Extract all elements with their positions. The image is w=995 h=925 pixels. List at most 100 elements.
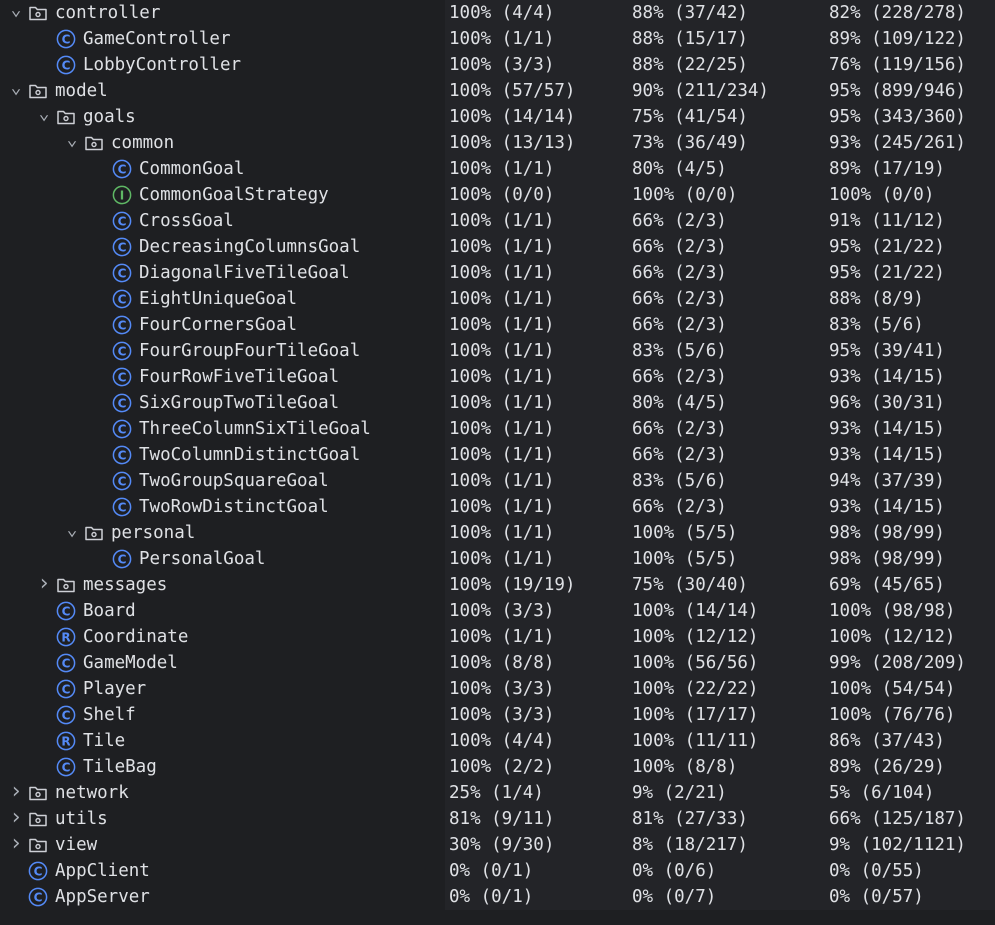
tree-node[interactable]: ⌄CFourRowFiveTileGoal bbox=[90, 364, 339, 390]
tree-node-label: GameModel bbox=[83, 653, 178, 673]
folder-icon bbox=[84, 523, 104, 543]
class-icon: C bbox=[112, 341, 132, 361]
coverage-row[interactable]: ⌄CTileBag100% (2/2)100% (8/8)89% (26/29) bbox=[0, 754, 995, 780]
tree-node[interactable]: ⌄RCoordinate bbox=[34, 624, 188, 650]
tree-node[interactable]: ⌄ personal bbox=[62, 519, 196, 546]
coverage-row[interactable]: ⌄ goals 100% (14/14) 75% (41/54) 95% (343/36… bbox=[0, 103, 995, 130]
tree-node[interactable]: ⌄CTwoGroupSquareGoal bbox=[90, 468, 329, 494]
coverage-row[interactable]: › network 25% (1/4) 9% (2/21) 5% (6/104) bbox=[0, 779, 995, 806]
chevron-down-icon[interactable]: ⌄ bbox=[6, 74, 26, 100]
tree-node[interactable]: ⌄CFourCornersGoal bbox=[90, 312, 297, 338]
tree-node[interactable]: ⌄CSixGroupTwoTileGoal bbox=[90, 390, 339, 416]
class-coverage-cell: 100% (1/1) bbox=[449, 523, 555, 543]
chevron-down-icon[interactable]: ⌄ bbox=[62, 126, 82, 152]
tree-node[interactable]: ⌄CAppServer bbox=[6, 884, 150, 910]
tree-node[interactable]: ⌄CBoard bbox=[34, 598, 136, 624]
class-icon: C bbox=[56, 55, 76, 75]
tree-node[interactable]: ⌄CPlayer bbox=[34, 676, 146, 702]
coverage-row[interactable]: ⌄RCoordinate100% (1/1)100% (12/12)100% (… bbox=[0, 624, 995, 650]
tree-node[interactable]: ⌄CGameModel bbox=[34, 650, 178, 676]
tree-node[interactable]: ⌄ICommonGoalStrategy bbox=[90, 182, 329, 208]
coverage-row[interactable]: ⌄CLobbyController100% (3/3)88% (22/25)76… bbox=[0, 52, 995, 78]
coverage-row[interactable]: ⌄RTile100% (4/4)100% (11/11)86% (37/43) bbox=[0, 728, 995, 754]
tree-node[interactable]: ⌄CShelf bbox=[34, 702, 136, 728]
tree-node-label: personal bbox=[111, 523, 196, 543]
tree-node[interactable]: › view bbox=[6, 831, 97, 858]
coverage-row[interactable]: ⌄CFourGroupFourTileGoal100% (1/1)83% (5/… bbox=[0, 338, 995, 364]
tree-node-label: network bbox=[55, 783, 129, 803]
class-icon: C bbox=[112, 289, 132, 309]
coverage-row[interactable]: ⌄CTwoColumnDistinctGoal100% (1/1)66% (2/… bbox=[0, 442, 995, 468]
coverage-row[interactable]: › messages 100% (19/19) 75% (30/40) 69% (45/… bbox=[0, 571, 995, 598]
tree-node[interactable]: ⌄CDecreasingColumnsGoal bbox=[90, 234, 360, 260]
chevron-right-icon[interactable]: › bbox=[6, 805, 26, 831]
tree-node[interactable]: ⌄CTileBag bbox=[34, 754, 157, 780]
coverage-row[interactable]: ⌄CGameController100% (1/1)88% (15/17)89%… bbox=[0, 26, 995, 52]
coverage-row[interactable]: ⌄CAppServer0% (0/1)0% (0/7)0% (0/57) bbox=[0, 884, 995, 910]
tree-node[interactable]: ⌄CAppClient bbox=[6, 858, 150, 884]
svg-text:C: C bbox=[62, 656, 71, 670]
coverage-row[interactable]: ⌄CTwoGroupSquareGoal100% (1/1)83% (5/6)9… bbox=[0, 468, 995, 494]
chevron-down-icon[interactable]: ⌄ bbox=[62, 516, 82, 542]
tree-node[interactable]: ⌄CThreeColumnSixTileGoal bbox=[90, 416, 371, 442]
tree-node[interactable]: ⌄CDiagonalFiveTileGoal bbox=[90, 260, 350, 286]
chevron-down-icon[interactable]: ⌄ bbox=[34, 100, 54, 126]
coverage-row[interactable]: ⌄CBoard100% (3/3)100% (14/14)100% (98/98… bbox=[0, 598, 995, 624]
coverage-row[interactable]: ⌄ personal 100% (1/1) 100% (5/5) 98% (98/99) bbox=[0, 519, 995, 546]
line-coverage-cell: 93% (245/261) bbox=[829, 133, 966, 153]
tree-node[interactable]: ⌄CTwoColumnDistinctGoal bbox=[90, 442, 360, 468]
coverage-row[interactable]: ⌄CCrossGoal100% (1/1)66% (2/3)91% (11/12… bbox=[0, 208, 995, 234]
coverage-row[interactable]: ⌄CPlayer100% (3/3)100% (22/22)100% (54/5… bbox=[0, 676, 995, 702]
coverage-row[interactable]: ⌄CDecreasingColumnsGoal100% (1/1)66% (2/… bbox=[0, 234, 995, 260]
chevron-down-icon[interactable]: ⌄ bbox=[6, 0, 26, 22]
tree-node[interactable]: › messages bbox=[34, 571, 167, 598]
coverage-row[interactable]: ⌄ controller 100% (4/4) 88% (37/42) 82% (228… bbox=[0, 0, 995, 26]
coverage-row[interactable]: ⌄CShelf100% (3/3)100% (17/17)100% (76/76… bbox=[0, 702, 995, 728]
coverage-row[interactable]: ⌄CGameModel100% (8/8)100% (56/56)99% (20… bbox=[0, 650, 995, 676]
coverage-row[interactable]: ⌄CSixGroupTwoTileGoal100% (1/1)80% (4/5)… bbox=[0, 390, 995, 416]
chevron-right-icon[interactable]: › bbox=[6, 831, 26, 857]
coverage-row[interactable]: ⌄ model 100% (57/57) 90% (211/234) 95% (899/… bbox=[0, 77, 995, 104]
method-coverage-cell: 88% (22/25) bbox=[632, 55, 748, 75]
chevron-right-icon[interactable]: › bbox=[34, 571, 54, 597]
class-coverage-cell: 30% (9/30) bbox=[449, 835, 555, 855]
tree-node[interactable]: › network bbox=[6, 779, 129, 806]
tree-node[interactable]: ⌄CEightUniqueGoal bbox=[90, 286, 297, 312]
coverage-row[interactable]: ⌄CTwoRowDistinctGoal100% (1/1)66% (2/3)9… bbox=[0, 494, 995, 520]
tree-node[interactable]: ⌄CCommonGoal bbox=[90, 156, 244, 182]
tree-node[interactable]: ⌄CCrossGoal bbox=[90, 208, 234, 234]
tree-node[interactable]: ⌄CPersonalGoal bbox=[90, 546, 265, 572]
tree-node[interactable]: ⌄ controller bbox=[6, 0, 161, 26]
coverage-row[interactable]: › view 30% (9/30) 8% (18/217) 9% (102/1121) bbox=[0, 831, 995, 858]
svg-text:C: C bbox=[62, 708, 71, 722]
record-icon: R bbox=[56, 627, 76, 647]
line-coverage-cell: 89% (26/29) bbox=[829, 757, 945, 777]
coverage-row[interactable]: ⌄CThreeColumnSixTileGoal100% (1/1)66% (2… bbox=[0, 416, 995, 442]
coverage-row[interactable]: ⌄CDiagonalFiveTileGoal100% (1/1)66% (2/3… bbox=[0, 260, 995, 286]
coverage-row[interactable]: ⌄CCommonGoal100% (1/1)80% (4/5)89% (17/1… bbox=[0, 156, 995, 182]
tree-node[interactable]: ⌄CFourGroupFourTileGoal bbox=[90, 338, 360, 364]
tree-node[interactable]: ⌄RTile bbox=[34, 728, 125, 754]
coverage-row[interactable]: ⌄ common 100% (13/13) 73% (36/49) 93% (245/2… bbox=[0, 129, 995, 156]
coverage-row[interactable]: ⌄CAppClient0% (0/1)0% (0/6)0% (0/55) bbox=[0, 858, 995, 884]
method-coverage-cell: 66% (2/3) bbox=[632, 211, 727, 231]
coverage-row[interactable]: ⌄CFourCornersGoal100% (1/1)66% (2/3)83% … bbox=[0, 312, 995, 338]
tree-node[interactable]: ⌄ common bbox=[62, 129, 175, 156]
coverage-row[interactable]: ⌄CPersonalGoal100% (1/1)100% (5/5)98% (9… bbox=[0, 546, 995, 572]
class-coverage-cell: 100% (1/1) bbox=[449, 549, 555, 569]
tree-node[interactable]: ⌄ goals bbox=[34, 103, 136, 130]
chevron-right-icon[interactable]: › bbox=[6, 779, 26, 805]
class-coverage-cell: 100% (1/1) bbox=[449, 445, 555, 465]
class-icon: C bbox=[28, 861, 48, 881]
tree-node[interactable]: ⌄CTwoRowDistinctGoal bbox=[90, 494, 329, 520]
coverage-row[interactable]: ⌄ICommonGoalStrategy100% (0/0)100% (0/0)… bbox=[0, 182, 995, 208]
coverage-row[interactable]: ⌄CFourRowFiveTileGoal100% (1/1)66% (2/3)… bbox=[0, 364, 995, 390]
tree-node[interactable]: ⌄CLobbyController bbox=[34, 52, 241, 78]
coverage-row[interactable]: ⌄CEightUniqueGoal100% (1/1)66% (2/3)88% … bbox=[0, 286, 995, 312]
svg-text:C: C bbox=[118, 240, 127, 254]
tree-node[interactable]: › utils bbox=[6, 805, 107, 832]
tree-node[interactable]: ⌄CGameController bbox=[34, 26, 231, 52]
coverage-row[interactable]: › utils 81% (9/11) 81% (27/33) 66% (125/187) bbox=[0, 805, 995, 832]
method-coverage-cell: 66% (2/3) bbox=[632, 263, 727, 283]
tree-node[interactable]: ⌄ model bbox=[6, 77, 108, 104]
